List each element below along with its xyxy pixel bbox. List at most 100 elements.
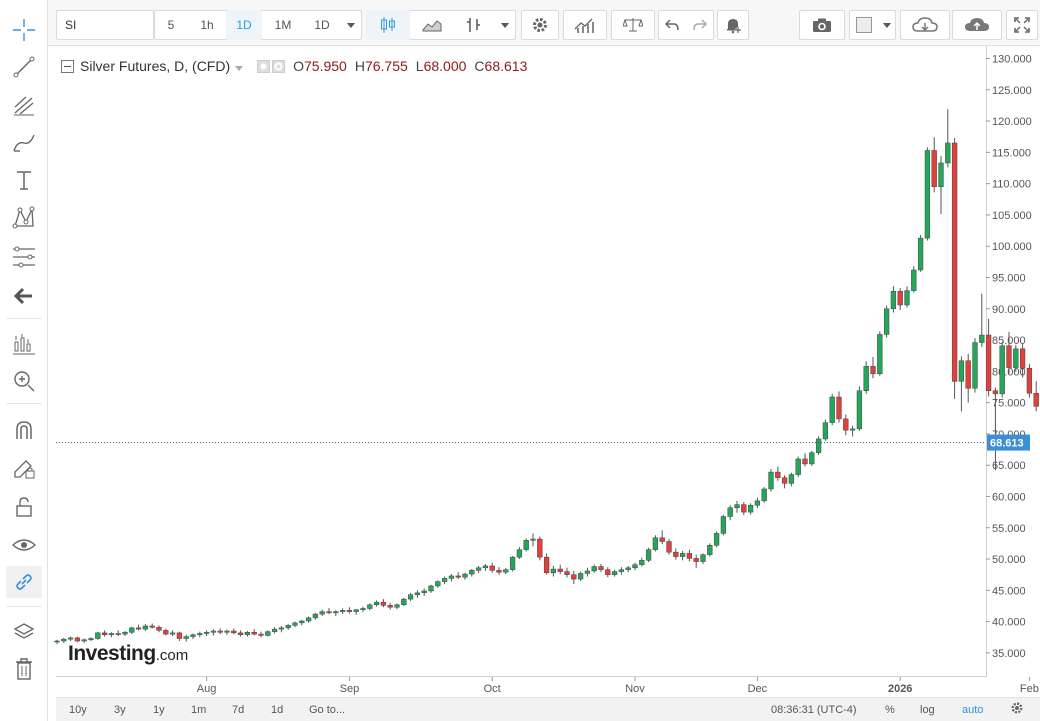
candle-body (503, 569, 509, 573)
clock-time: 08:36:31 (UTC-4) (771, 704, 857, 716)
price-chart[interactable]: 130.000 125.000 120.000 115.000 110.000 105.0… (0, 0, 1040, 721)
range-1m-button[interactable]: 1m (191, 702, 206, 718)
candle-body (54, 640, 60, 643)
candle-body (741, 504, 747, 513)
candle-body (67, 637, 74, 640)
y-tick-label: 115.000 (992, 147, 1031, 159)
candle-body (564, 571, 570, 575)
range-10y-button[interactable]: 10y (69, 702, 87, 718)
candle-body (210, 630, 217, 633)
candle-body (122, 632, 128, 635)
x-tick-label: Nov (625, 683, 645, 695)
y-tick-label: 105.000 (992, 210, 1032, 222)
bottom-settings-gear-icon[interactable] (1010, 701, 1024, 717)
candle-body (407, 594, 414, 600)
candle (95, 631, 101, 640)
range-1y-button[interactable]: 1y (153, 702, 165, 718)
candle-body (163, 630, 169, 635)
candle-body (278, 627, 285, 630)
candle (829, 393, 835, 426)
candle-body (693, 558, 699, 562)
x-tick-label: Sep (340, 683, 360, 695)
y-tick-label: 40.000 (992, 617, 1026, 629)
candle-body (829, 396, 835, 423)
candle (509, 555, 516, 572)
candle-body (265, 631, 271, 636)
percent-toggle[interactable]: % (885, 702, 895, 718)
candle-body (598, 566, 604, 570)
candle-body (441, 578, 448, 582)
candle-body (870, 366, 876, 375)
candle (523, 538, 529, 552)
plot-area (56, 46, 986, 677)
candle-body (747, 504, 754, 513)
range-1d-button[interactable]: 1d (271, 702, 283, 718)
candle (401, 597, 407, 606)
y-tick-label: 95.000 (992, 272, 1026, 284)
candle-body (877, 334, 883, 375)
candle-body (713, 533, 720, 546)
candle-body (149, 625, 155, 628)
auto-toggle[interactable]: auto (962, 702, 983, 718)
candle-body (292, 622, 298, 626)
candle-body (448, 575, 455, 579)
y-tick-label: 125.000 (992, 85, 1032, 97)
candle-body (707, 545, 713, 555)
candle-body (190, 634, 196, 637)
series-visibility-icon[interactable] (257, 59, 286, 73)
candle-body (591, 566, 597, 572)
y-tick-label: 75.000 (992, 398, 1026, 410)
candle-body (836, 396, 842, 420)
candle (652, 535, 659, 552)
range-7d-button[interactable]: 7d (232, 702, 244, 718)
candle-body (237, 632, 244, 636)
candle-body (673, 551, 679, 557)
candle-body (88, 638, 94, 641)
candle-body (251, 632, 257, 635)
candle-body (795, 458, 801, 475)
candle-body (203, 632, 210, 634)
candle-body (462, 573, 468, 578)
y-tick-label: 100.000 (992, 241, 1032, 253)
candle (924, 147, 931, 241)
candle-body (979, 334, 985, 343)
open-label: O (293, 58, 305, 74)
candle (972, 338, 978, 393)
candle-body (618, 569, 625, 572)
candle-body (557, 568, 563, 572)
candle-body (550, 568, 557, 574)
candle-body (428, 585, 434, 592)
series-dropdown-icon[interactable] (235, 58, 244, 74)
candle-body (414, 592, 421, 595)
close-label: C (474, 58, 485, 74)
candle-body (951, 142, 958, 382)
candle-body (584, 570, 591, 574)
candle-body (904, 290, 910, 306)
last-price-label: 68.613 (990, 438, 1024, 450)
candle (720, 514, 727, 536)
goto-button[interactable]: Go to... (309, 702, 345, 718)
candle-body (577, 573, 584, 580)
chart-app: SI 5 1h 1D 1M 1D 130.000 125.000 120.000… (0, 0, 1040, 721)
candle-body (373, 601, 380, 605)
x-tick-label: Dec (748, 683, 768, 695)
candle-body (958, 360, 965, 382)
candle (822, 419, 829, 441)
candle-body (435, 581, 441, 587)
chart-legend: Silver Futures, D, (CFD) O 75.950 H 76.755… (61, 56, 527, 76)
candle-body (863, 366, 869, 391)
range-3y-button[interactable]: 3y (114, 702, 126, 718)
log-toggle[interactable]: log (920, 702, 935, 718)
candle-body (931, 150, 937, 188)
collapse-legend-icon[interactable] (61, 59, 74, 73)
candle-body (387, 605, 393, 608)
candle-body (244, 632, 251, 636)
x-tick-label: 2026 (888, 683, 912, 695)
candle-body (326, 611, 332, 614)
candle (883, 305, 890, 338)
candle-body (299, 620, 305, 624)
candle-body (890, 291, 897, 310)
candle-body (843, 418, 849, 431)
candle-body (489, 565, 495, 571)
candle (911, 266, 917, 293)
